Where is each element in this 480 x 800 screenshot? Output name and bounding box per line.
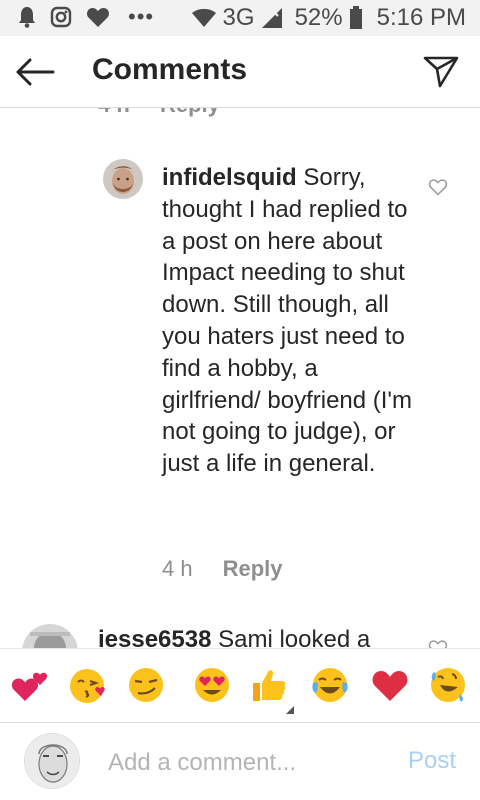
heart-eyes-emoji[interactable] [192, 665, 232, 705]
user-avatar-image [25, 734, 79, 788]
user-avatar-image [103, 159, 143, 199]
back-button[interactable] [14, 52, 56, 92]
comment-meta: 4 h Reply [162, 556, 283, 582]
previous-comment-meta: 4 h Reply [0, 108, 480, 122]
comment-message: Sorry, thought I had replied to a post o… [162, 164, 413, 478]
battery-icon [349, 6, 362, 29]
app-header: Comments [0, 36, 480, 108]
signal-icon [261, 8, 282, 28]
arrow-left-icon [16, 58, 55, 86]
emoji-variant-indicator [286, 706, 294, 714]
previous-reply-link[interactable]: Reply [160, 108, 220, 118]
share-button[interactable] [420, 52, 462, 92]
thumbs-up-emoji[interactable] [249, 665, 289, 705]
battery-percent: 52% [294, 4, 343, 31]
previous-comment-time: 4 h [98, 108, 130, 118]
notification-bell-icon [19, 7, 35, 28]
heart-icon [87, 7, 109, 28]
comment-input[interactable] [108, 743, 378, 783]
current-user-avatar [24, 733, 80, 789]
rofl-emoji[interactable] [428, 665, 468, 705]
like-heart-icon[interactable] [428, 177, 448, 197]
comment-text: infidelsquid Sorry, thought I had replie… [162, 162, 412, 480]
post-button[interactable]: Post [408, 747, 456, 775]
red-heart-emoji[interactable] [370, 665, 410, 705]
network-type: 3G [222, 4, 255, 31]
comment-text: jesse6538 Sami looked a [98, 625, 408, 647]
status-bar-right: 3G 52% 5:16 PM [191, 4, 466, 32]
instagram-icon [50, 6, 72, 28]
comment-username[interactable]: infidelsquid [162, 164, 297, 191]
page-title: Comments [92, 53, 248, 86]
send-icon [423, 56, 459, 88]
kissing-heart-emoji[interactable] [68, 665, 108, 705]
more-dots-icon: ••• [128, 4, 155, 29]
emoji-quick-bar [0, 648, 480, 722]
add-comment-bar: Post [0, 722, 480, 800]
two-hearts-emoji[interactable] [10, 665, 50, 705]
comment-username[interactable]: jesse6538 [98, 626, 211, 647]
comment-time: 4 h [162, 556, 193, 581]
reply-button[interactable]: Reply [223, 556, 283, 582]
avatar[interactable] [103, 159, 143, 199]
smirk-emoji[interactable] [126, 665, 166, 705]
status-bar: ••• 3G 52% 5:16 PM [0, 0, 480, 36]
like-heart-icon[interactable] [428, 638, 448, 648]
wifi-icon [191, 8, 216, 27]
joy-emoji[interactable] [310, 665, 350, 705]
comment-message: Sami looked a [211, 626, 371, 647]
clock: 5:16 PM [376, 4, 466, 31]
status-bar-left: ••• [18, 6, 154, 28]
